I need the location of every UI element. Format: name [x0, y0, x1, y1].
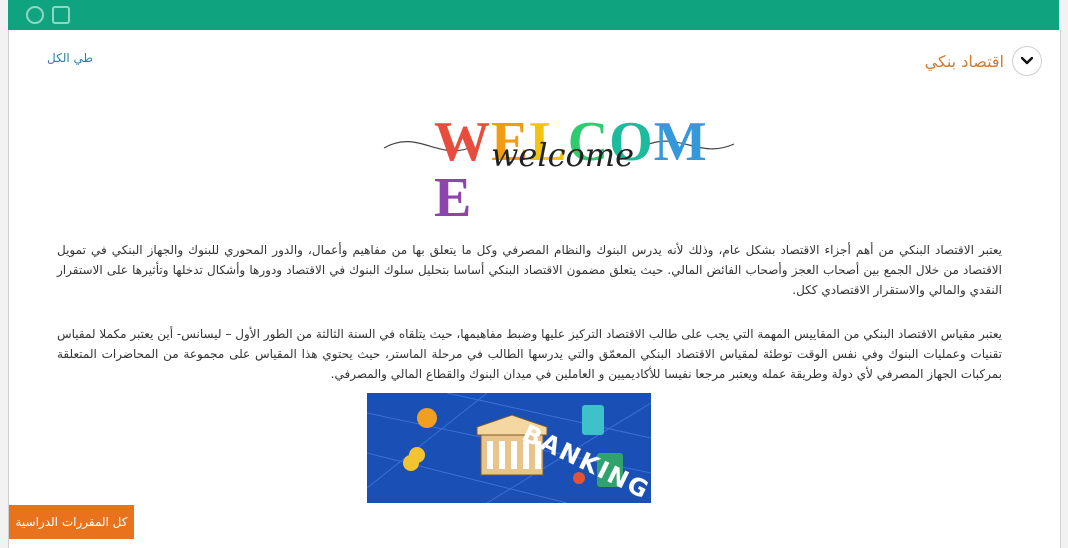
welcome-graphic: WELCOME welcome: [379, 108, 739, 226]
welcome-letter: M: [653, 111, 708, 173]
course-section: اقتصاد بنكي طي الكل WELCOME welcome يعتب…: [8, 30, 1061, 548]
collapse-all-link[interactable]: طي الكل: [47, 51, 93, 65]
welcome-script: welcome: [491, 136, 635, 174]
welcome-letter: W: [434, 111, 491, 173]
banking-illustration: BANKING: [366, 392, 654, 505]
intro-paragraph: يعتبر مقياس الاقتصاد البنكي من المقاييس …: [57, 327, 1002, 381]
chevron-down-icon[interactable]: [1012, 46, 1042, 76]
welcome-letter: E: [434, 167, 473, 229]
nav-icon[interactable]: [52, 6, 70, 24]
nav-icon[interactable]: [26, 6, 44, 24]
window-left-edge: [0, 0, 8, 548]
all-courses-button[interactable]: كل المقررات الدراسية: [9, 505, 134, 539]
intro-paragraph: يعتبر الاقتصاد البنكي من أهم أجزاء الاقت…: [57, 243, 1002, 297]
section-header[interactable]: اقتصاد بنكي: [925, 46, 1042, 76]
section-title[interactable]: اقتصاد بنكي: [925, 52, 1004, 71]
top-navbar: [8, 0, 1059, 31]
